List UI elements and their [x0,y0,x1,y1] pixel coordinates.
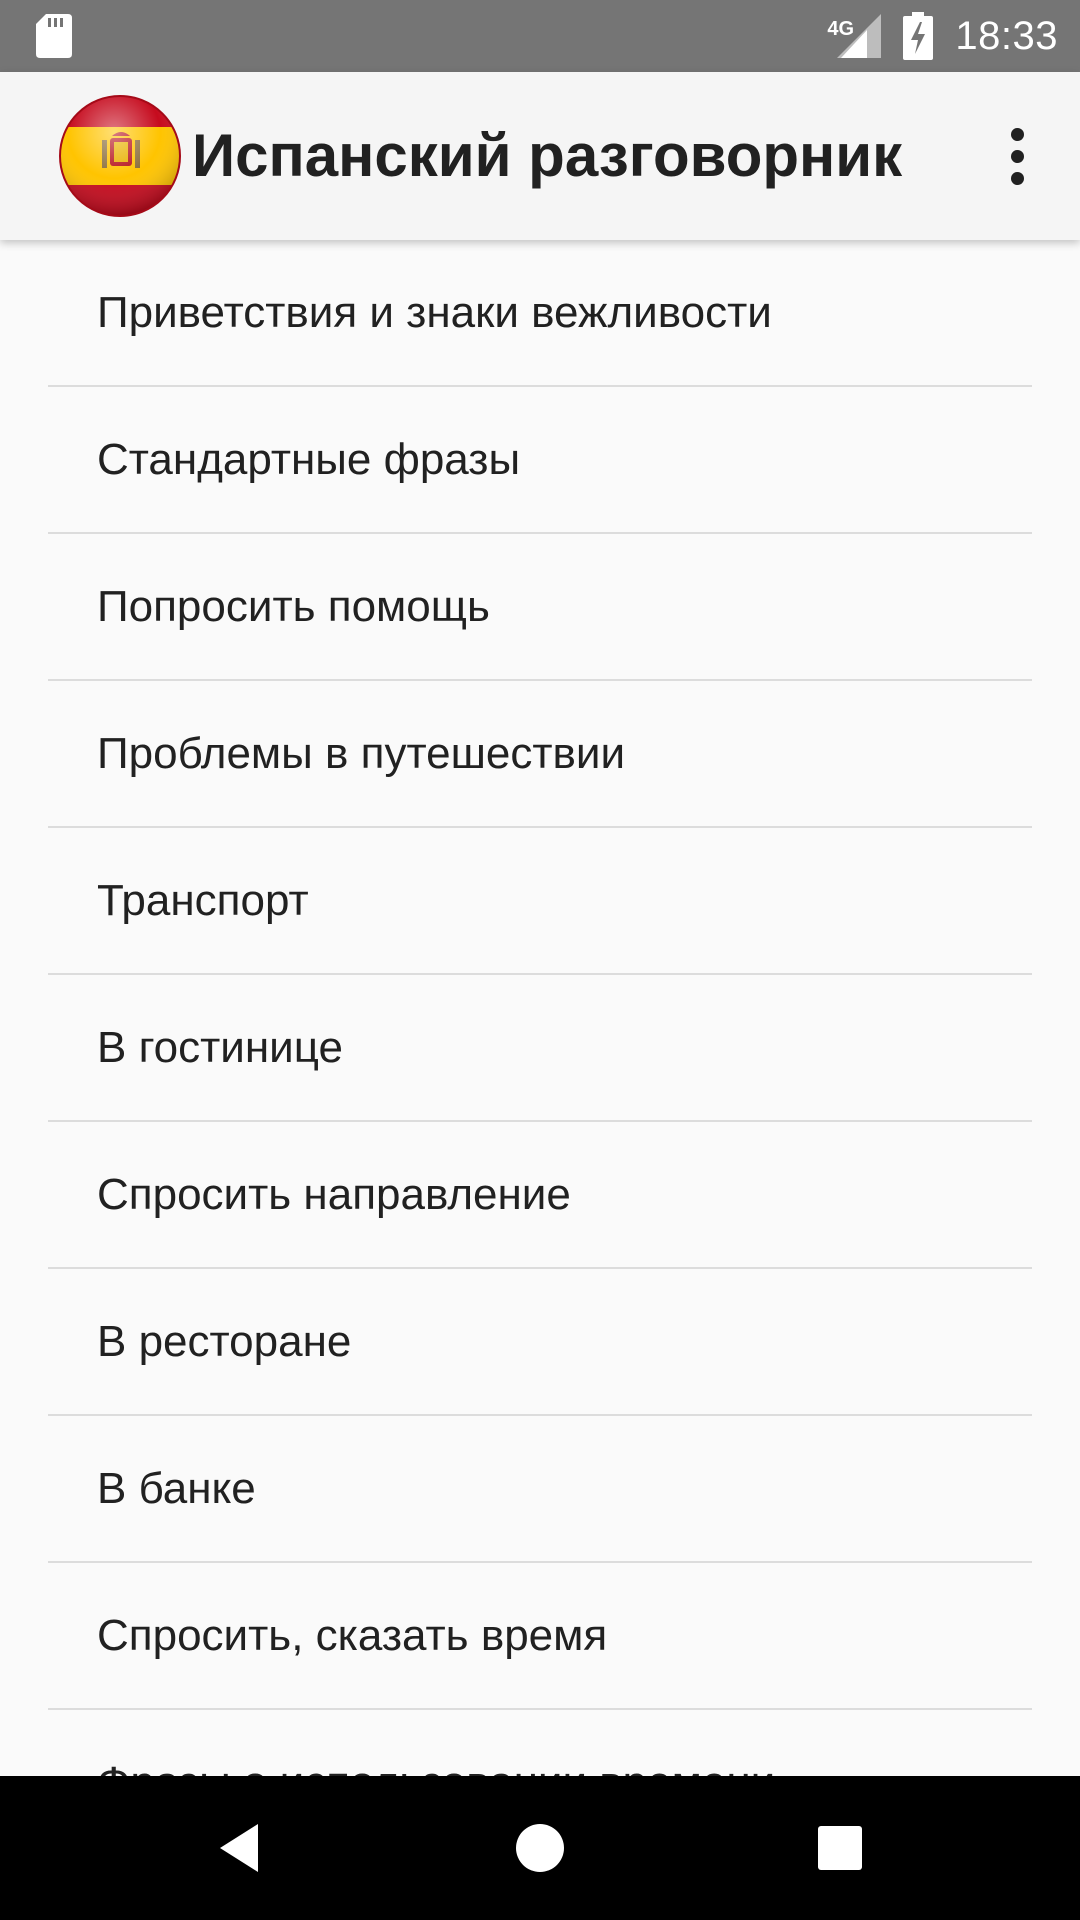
battery-charging-icon [903,12,934,60]
network-type: 4G [827,18,855,40]
category-item[interactable]: В гостинице [48,975,1032,1122]
menu-dot [1010,171,1024,185]
category-item[interactable]: Проблемы в путешествии [48,681,1032,828]
home-icon[interactable] [512,1820,568,1876]
back-icon[interactable] [212,1820,268,1876]
navigation-bar [0,1776,1080,1920]
category-label: Приветствия и знаки вежливости [97,288,772,337]
category-item[interactable]: Приветствия и знаки вежливости [48,240,1032,387]
category-label: Попросить помощь [97,582,490,631]
category-label: В банке [97,1464,256,1513]
status-time: 18:33 [955,13,1058,58]
category-item[interactable]: Попросить помощь [48,534,1032,681]
app-bar: Испанский разговорник [0,72,1080,240]
category-item[interactable]: Спросить направление [48,1122,1032,1269]
overflow-menu-icon[interactable] [982,116,1052,196]
category-label: В гостинице [97,1023,343,1072]
category-label: Стандартные фразы [97,435,521,484]
status-bar: 4G 18:33 [0,0,1080,72]
category-label: Транспорт [97,876,309,925]
category-item[interactable]: В ресторане [48,1269,1032,1416]
category-label: В ресторане [97,1317,352,1366]
menu-dot [1010,127,1024,141]
category-item[interactable]: В банке [48,1416,1032,1563]
recents-icon[interactable] [812,1820,868,1876]
category-list[interactable]: Приветствия и знаки вежливости Стандартн… [0,240,1080,1776]
category-item[interactable]: Стандартные фразы [48,387,1032,534]
category-label: Спросить направление [97,1170,571,1219]
category-label: Фразы о использовании времени [97,1710,775,1776]
category-item[interactable]: Фразы о использовании времени [48,1710,1032,1776]
spain-flag-icon [59,95,181,217]
category-label: Спросить, сказать время [97,1611,608,1660]
signal-icon: 4G [827,14,882,58]
menu-dot [1010,149,1024,163]
category-item[interactable]: Транспорт [48,828,1032,975]
sd-card-icon [36,14,72,58]
category-label: Проблемы в путешествии [97,729,626,778]
app-title: Испанский разговорник [192,122,903,189]
category-item[interactable]: Спросить, сказать время [48,1563,1032,1710]
